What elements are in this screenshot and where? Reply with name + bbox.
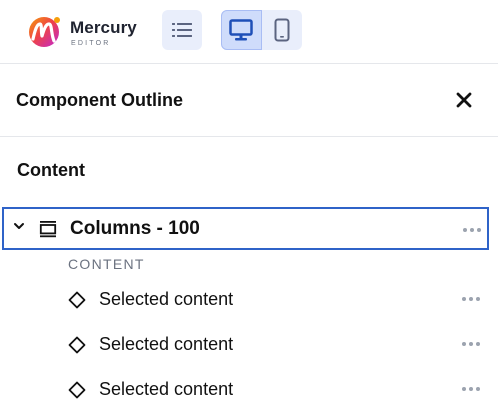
more-options-icon[interactable] — [462, 342, 482, 348]
list-icon — [172, 23, 192, 37]
outline-child-item[interactable]: Selected content — [60, 324, 490, 364]
top-toolbar: Mercury EDITOR — [0, 0, 498, 64]
diamond-icon — [68, 381, 86, 399]
outline-child-label: Selected content — [99, 334, 234, 354]
more-options-icon[interactable] — [463, 228, 483, 234]
mercury-logo-icon — [29, 17, 60, 47]
close-icon — [456, 92, 472, 108]
slot-group-label: CONTENT — [68, 256, 145, 272]
outline-child-item[interactable]: Selected content — [60, 369, 490, 409]
diamond-icon — [68, 291, 86, 309]
columns-icon — [39, 221, 57, 238]
more-options-icon[interactable] — [462, 297, 482, 303]
panel-title: Component Outline — [16, 90, 183, 110]
panel-header: Component Outline — [0, 64, 498, 137]
logo-subtext: EDITOR — [71, 40, 111, 47]
mobile-icon — [274, 18, 290, 42]
mobile-view-button[interactable] — [262, 10, 303, 50]
outline-item-label: Columns - 100 — [70, 218, 200, 239]
more-options-icon[interactable] — [462, 387, 482, 393]
device-switcher — [221, 10, 302, 50]
chevron-down-icon[interactable] — [12, 219, 26, 233]
section-title: Content — [17, 160, 85, 180]
desktop-view-button[interactable] — [221, 10, 262, 50]
close-button[interactable] — [452, 88, 476, 112]
outline-toggle-button[interactable] — [162, 10, 202, 50]
monitor-icon — [229, 19, 253, 41]
logo-wordmark: Mercury — [70, 18, 137, 37]
mercury-logo[interactable]: Mercury EDITOR — [24, 10, 137, 52]
diamond-icon — [68, 336, 86, 354]
outline-child-item[interactable]: Selected content — [60, 279, 490, 319]
outline-child-label: Selected content — [99, 289, 234, 309]
outline-child-label: Selected content — [99, 379, 234, 399]
outline-item-columns[interactable]: Columns - 100 — [2, 207, 489, 250]
